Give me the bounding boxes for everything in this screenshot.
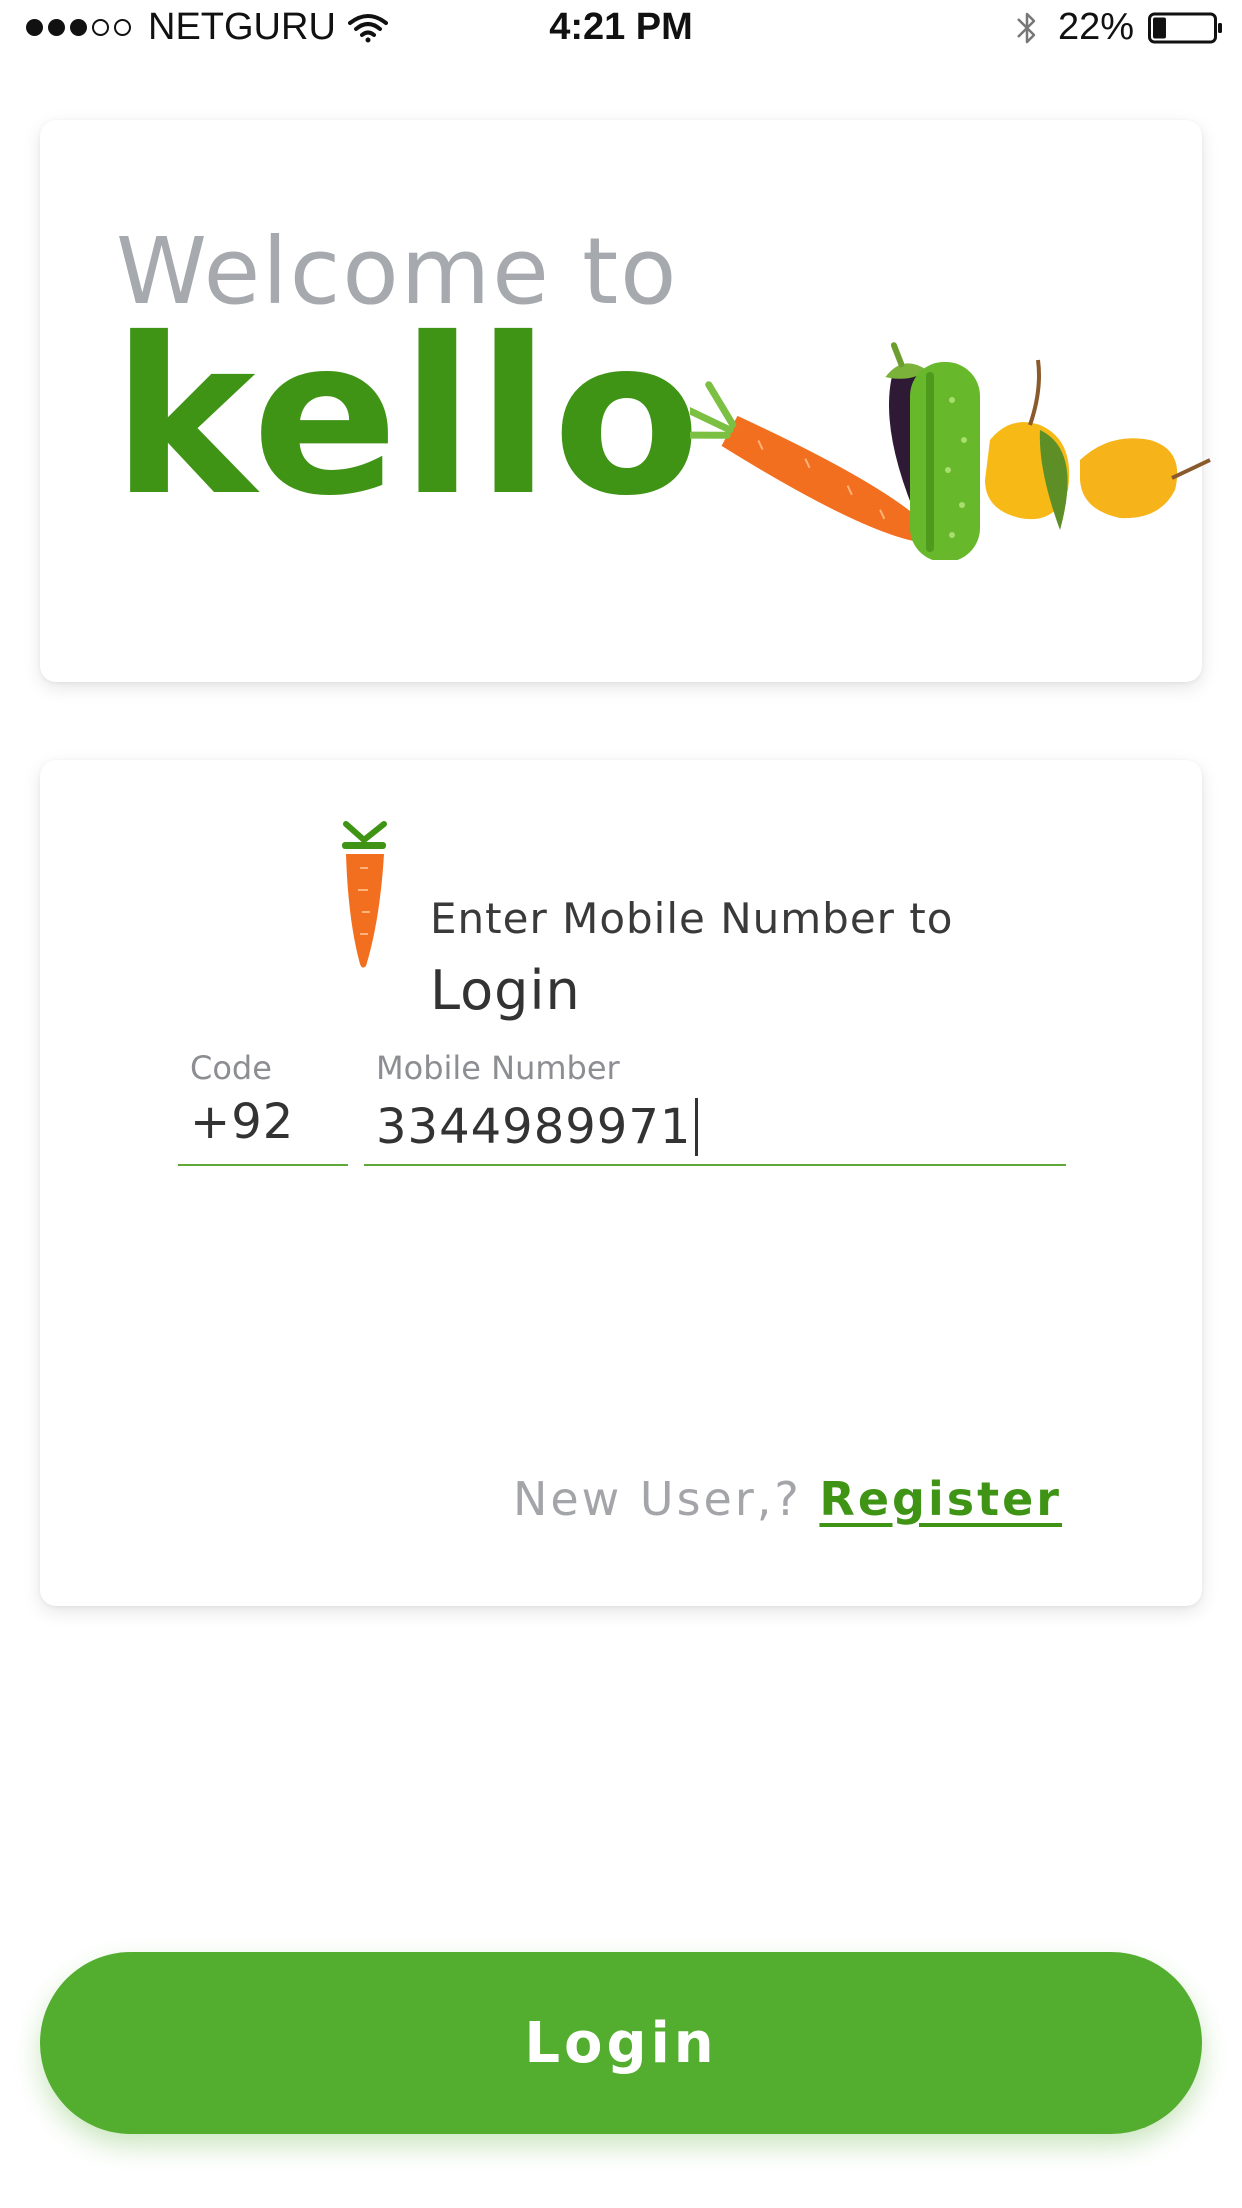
mobile-number-input[interactable]: 3344989971 xyxy=(376,1098,699,1156)
login-prompt-line2: Login xyxy=(430,959,581,1022)
country-code-label: Code xyxy=(190,1049,272,1087)
welcome-card: Welcome to kello xyxy=(40,120,1211,682)
status-right: 22% xyxy=(1014,6,1224,49)
status-bar: NETGURU 4:21 PM 22% xyxy=(0,0,1242,58)
new-user-text: New User,? xyxy=(512,1472,802,1526)
register-row: New User,? Register xyxy=(513,1476,1062,1522)
carrot-logo-icon xyxy=(342,821,387,968)
text-cursor xyxy=(695,1098,699,1156)
vegetables-illustration xyxy=(690,342,1211,560)
bluetooth-icon xyxy=(1017,12,1036,43)
battery-icon xyxy=(1148,12,1222,43)
login-button[interactable]: Login xyxy=(40,1952,1202,2134)
login-prompt-line1: Enter Mobile Number to xyxy=(430,894,954,943)
register-link[interactable]: Register xyxy=(819,1472,1062,1526)
mobile-number-value: 3344989971 xyxy=(376,1099,692,1155)
mobile-number-underline xyxy=(364,1164,1066,1166)
brand-logo-text: kello xyxy=(112,292,703,543)
country-code-underline xyxy=(178,1164,348,1166)
login-card: Enter Mobile Number to Login Code +92 Mo… xyxy=(40,760,1202,1606)
login-heading: Enter Mobile Number to Login xyxy=(340,820,952,1018)
mobile-number-label: Mobile Number xyxy=(376,1049,620,1087)
battery-percentage: 22% xyxy=(1057,6,1134,48)
country-code-input[interactable]: +92 xyxy=(190,1098,294,1146)
